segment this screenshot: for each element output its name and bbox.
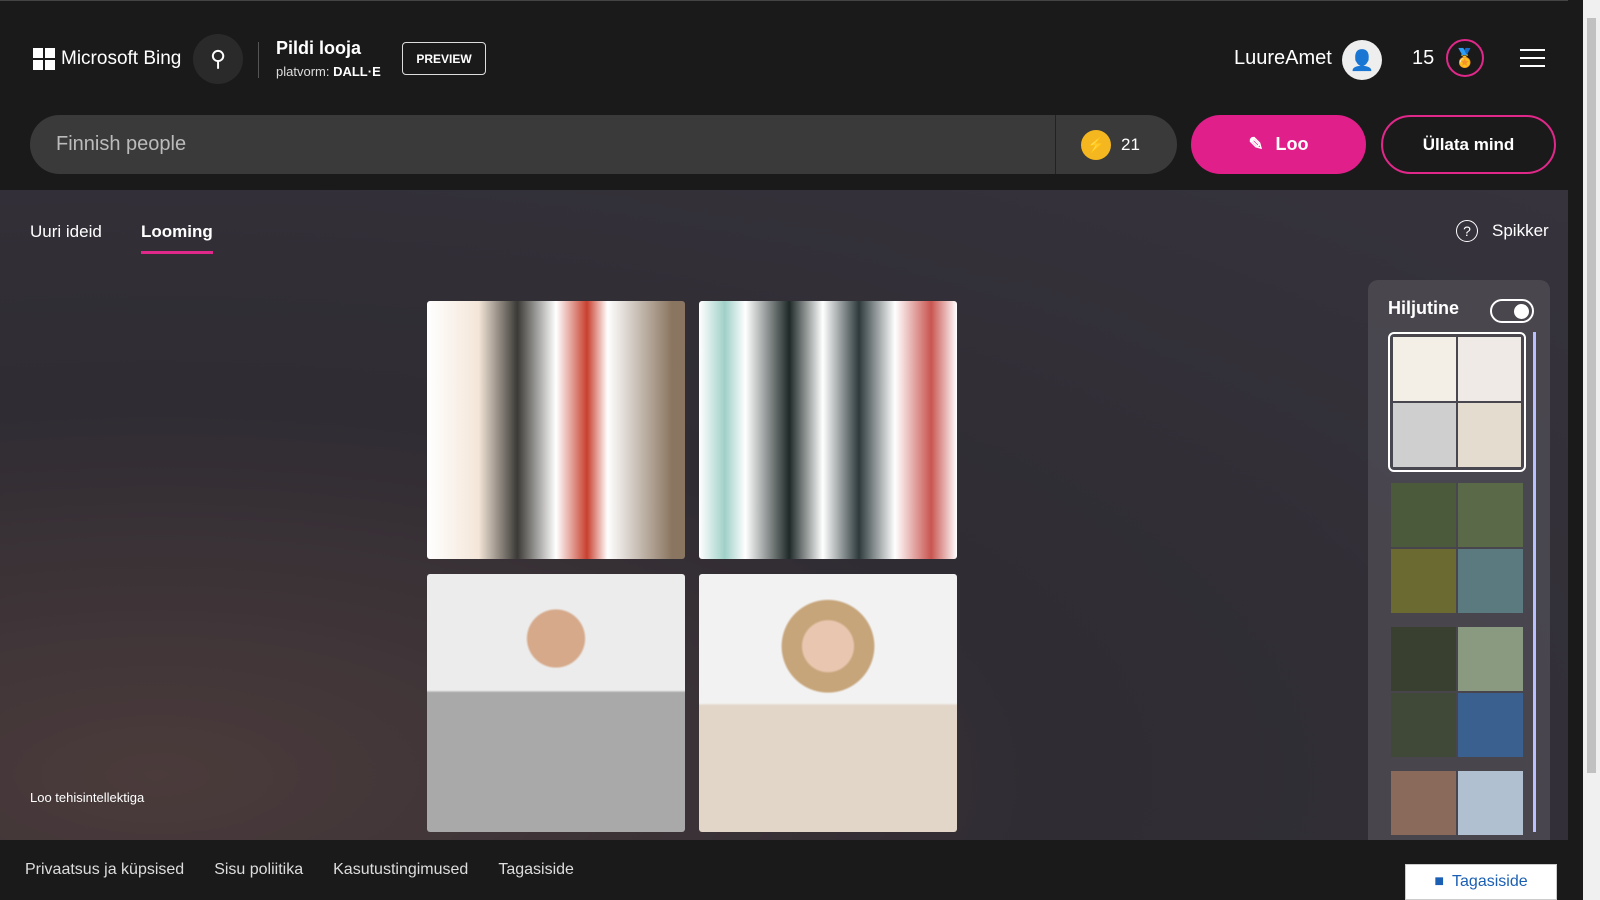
feedback-label: Tagasiside xyxy=(1452,873,1528,890)
create-label: Loo xyxy=(1275,134,1309,154)
search-button[interactable]: ⚲ xyxy=(193,34,243,84)
prompt-bar: ⚡ 21 xyxy=(30,115,1177,174)
tab-creations[interactable]: Looming xyxy=(141,222,213,254)
rewards-points[interactable]: 15 xyxy=(1412,47,1434,70)
footer: Privaatsus ja küpsised Sisu poliitika Ka… xyxy=(0,840,1568,900)
platform-prefix: platvorm: xyxy=(276,64,330,79)
prompt-input[interactable] xyxy=(30,133,1055,156)
tab-explore[interactable]: Uuri ideid xyxy=(30,222,102,242)
generated-image[interactable] xyxy=(427,301,685,559)
header: Microsoft Bing ⚲ Pildi looja platvorm: D… xyxy=(0,0,1568,190)
divider xyxy=(258,42,259,78)
generated-image[interactable] xyxy=(427,574,685,832)
create-button[interactable]: ✎ Loo xyxy=(1191,115,1366,174)
avatar[interactable]: 👤 xyxy=(1342,40,1382,80)
windows-logo-icon xyxy=(33,48,55,70)
recent-item[interactable] xyxy=(1388,624,1526,760)
username[interactable]: LuureAmet xyxy=(1234,47,1332,70)
surprise-me-button[interactable]: Üllata mind xyxy=(1381,115,1556,174)
recent-title: Hiljutine xyxy=(1388,298,1459,318)
recent-item[interactable] xyxy=(1388,768,1526,838)
help-label: Spikker xyxy=(1492,221,1549,240)
platform-name: DALL·E xyxy=(333,64,381,79)
bolt-icon: ⚡ xyxy=(1081,129,1111,160)
image-edit-icon: ✎ xyxy=(1248,134,1264,154)
platform-label: platvorm: DALL·E xyxy=(276,64,381,79)
generated-image[interactable] xyxy=(699,301,957,559)
content-policy-link[interactable]: Sisu poliitika xyxy=(214,861,303,879)
page-title: Pildi looja xyxy=(276,38,362,58)
boosts-count: 21 xyxy=(1121,134,1140,154)
chat-icon: ■ xyxy=(1434,873,1445,890)
medal-icon[interactable]: 🏅 xyxy=(1446,39,1484,77)
brand-name: Microsoft Bing xyxy=(61,48,182,69)
recent-item[interactable] xyxy=(1388,332,1526,472)
recent-toggle[interactable] xyxy=(1490,299,1534,323)
terms-link[interactable]: Kasutustingimused xyxy=(333,861,468,879)
privacy-link[interactable]: Privaatsus ja küpsised xyxy=(25,861,184,879)
boosts-counter[interactable]: ⚡ 21 xyxy=(1055,115,1177,174)
page-scrollbar[interactable] xyxy=(1583,0,1600,900)
ai-caption: Loo tehisintellektiga xyxy=(30,790,145,805)
feedback-button[interactable]: ■ Tagasiside xyxy=(1405,864,1557,900)
search-icon: ⚲ xyxy=(209,46,227,71)
preview-badge: PREVIEW xyxy=(402,42,486,75)
recent-item[interactable] xyxy=(1388,480,1526,616)
generated-image[interactable] xyxy=(699,574,957,832)
bing-logo[interactable]: Microsoft Bing xyxy=(33,48,181,70)
main-content: Uuri ideid Looming ? Spikker Loo tehisint… xyxy=(0,190,1568,850)
user-icon: 👤 xyxy=(1349,49,1375,72)
help-icon: ? xyxy=(1456,220,1478,242)
hamburger-menu-icon[interactable] xyxy=(1520,49,1545,73)
feedback-link[interactable]: Tagasiside xyxy=(498,861,574,879)
panel-scrollbar[interactable] xyxy=(1533,332,1536,832)
recent-panel: Hiljutine xyxy=(1368,280,1550,850)
help-button[interactable]: ? Spikker xyxy=(1456,220,1549,242)
